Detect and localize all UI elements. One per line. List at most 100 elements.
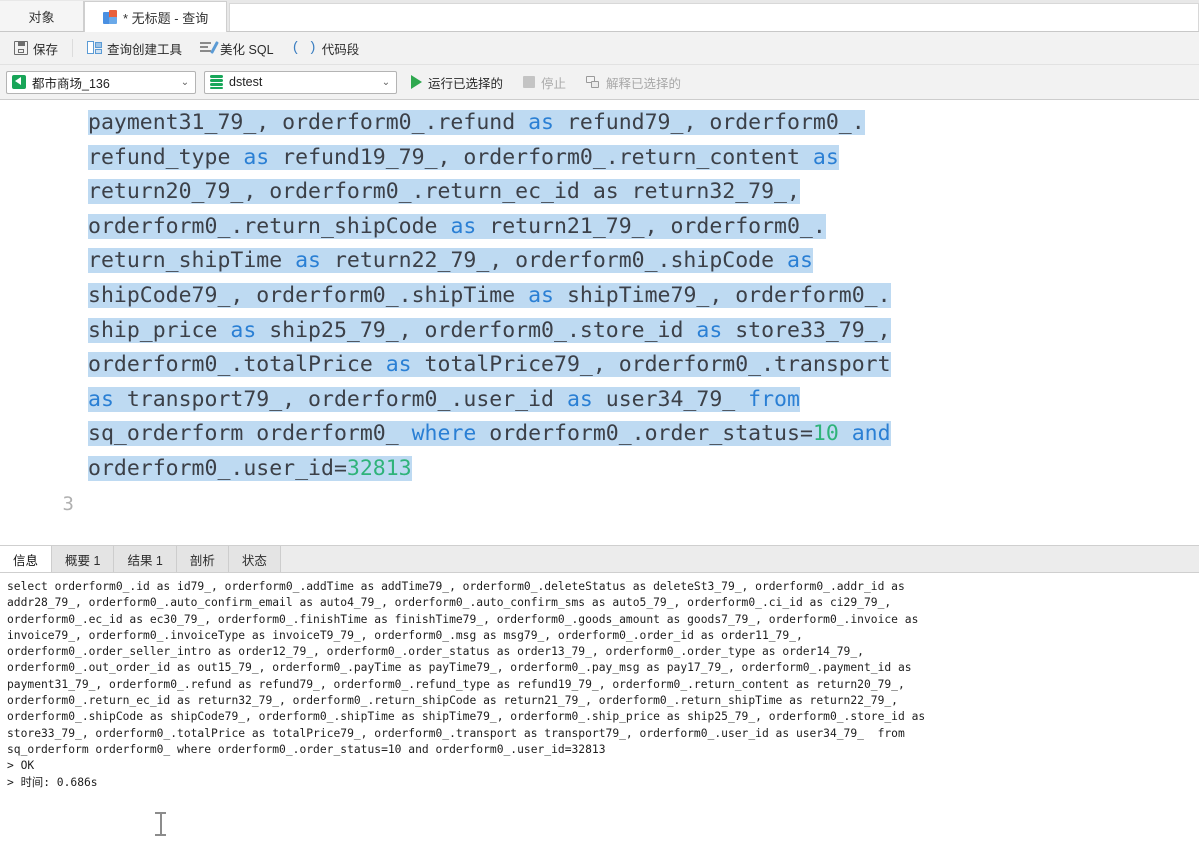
parentheses-icon: ( ): [291, 40, 317, 56]
code-token: return21_79_, orderform0_.: [476, 213, 826, 239]
log-line: orderform0_.ec_id as ec30_79_, orderform…: [7, 612, 919, 626]
code-line: ship_price as ship25_79_, orderform0_.st…: [88, 314, 1199, 349]
main-tab-strip: 对象 * 无标题 - 查询: [0, 0, 1199, 32]
code-line: shipCode79_, orderform0_.shipTime as shi…: [88, 279, 1199, 314]
beautify-sql-button[interactable]: 美化 SQL: [192, 36, 282, 61]
explain-selected-button[interactable]: 解释已选择的: [580, 71, 687, 94]
tab-objects-label: 对象: [28, 9, 55, 25]
line-number-blank: [0, 175, 88, 210]
code-token: orderform0_.order_status=: [476, 421, 813, 447]
stop-button[interactable]: 停止: [517, 71, 572, 94]
code-token: return20_79_, orderform0_.return_ec_id a…: [88, 179, 800, 205]
code-line: refund_type as refund19_79_, orderform0_…: [88, 141, 1199, 176]
log-line: invoice79_, orderform0_.invoiceType as i…: [7, 628, 803, 642]
code-token: 32813: [346, 455, 412, 481]
result-tab-filler: [280, 546, 1199, 572]
code-token: ship25_79_, orderform0_.store_id: [256, 317, 697, 343]
database-select-value: dstest: [229, 75, 263, 89]
code-token: as: [528, 282, 554, 308]
connection-select[interactable]: 都市商场_136 ⌄: [6, 70, 196, 94]
query-builder-label: 查询创建工具: [107, 42, 183, 57]
run-selected-button[interactable]: 运行已选择的: [405, 71, 509, 94]
save-button[interactable]: 保存: [6, 36, 66, 61]
code-token: as: [295, 248, 321, 274]
play-icon: [411, 75, 422, 89]
code-token: as: [696, 317, 723, 343]
result-tab-strip: 信息 概要 1 结果 1 剖析 状态: [0, 546, 1199, 573]
code-token: transport79_, orderform0_.user_id: [113, 386, 567, 412]
code-line: payment31_79_, orderform0_.refund as ref…: [88, 106, 1199, 141]
code-token: as: [230, 317, 257, 343]
tab-strip-filler: [229, 3, 1199, 31]
query-icon: [103, 9, 118, 25]
navicat-query-window: 对象 * 无标题 - 查询 保存 查询创建工具 美化 SQL () 代码段 都…: [0, 0, 1199, 849]
code-token: ship_price: [88, 317, 231, 343]
result-tab-3[interactable]: 剖析: [176, 546, 229, 572]
chevron-down-icon[interactable]: ⌄: [175, 77, 195, 88]
result-panel: 信息 概要 1 结果 1 剖析 状态 select orderform0_.id as …: [0, 546, 1199, 849]
query-builder-icon: [87, 41, 103, 55]
log-line: orderform0_.shipCode as shipCode79_, ord…: [7, 710, 926, 724]
code-token: from: [748, 386, 800, 412]
log-line: select orderform0_.id as id79_, orderfor…: [7, 580, 905, 593]
result-tab-0[interactable]: 信息: [0, 546, 53, 572]
code-token: as: [385, 352, 412, 378]
code-line: sq_orderform orderform0_ where orderform…: [88, 417, 1199, 452]
query-builder-button[interactable]: 查询创建工具: [79, 36, 190, 61]
code-snippet-label: 代码段: [321, 42, 360, 57]
code-token: shipCode79_, orderform0_.shipTime: [88, 282, 529, 308]
toolbar-separator: [72, 39, 74, 57]
result-tab-4[interactable]: 状态: [228, 546, 281, 572]
line-number-blank: [0, 210, 88, 245]
log-line: > 时间: 0.686s: [7, 775, 98, 789]
code-token: as: [450, 213, 477, 239]
chevron-down-icon[interactable]: ⌄: [376, 77, 396, 88]
code-token: orderform0_.return_shipCode: [88, 213, 451, 239]
line-number-blank: [0, 279, 88, 314]
log-line: store33_79_, orderform0_.totalPrice as t…: [7, 726, 905, 740]
tab-untitled-query[interactable]: * 无标题 - 查询: [84, 1, 228, 32]
code-token: shipTime79_, orderform0_.: [554, 282, 891, 308]
code-token: return_shipTime: [88, 248, 296, 274]
database-icon: [210, 75, 223, 89]
run-selected-label: 运行已选择的: [428, 76, 504, 91]
log-line: orderform0_.return_ec_id as return32_79_…: [7, 694, 898, 708]
code-line: orderform0_.user_id=32813: [88, 452, 1199, 487]
log-line: orderform0_.out_order_id as out15_79_, o…: [7, 661, 912, 675]
tab-untitled-query-label: * 无标题 - 查询: [123, 10, 209, 26]
code-token: payment31_79_, orderform0_.refund: [88, 110, 529, 135]
code-token: as: [812, 144, 839, 170]
tab-objects[interactable]: 对象: [0, 1, 84, 31]
line-number-blank: [0, 348, 88, 383]
message-log[interactable]: select orderform0_.id as id79_, orderfor…: [0, 573, 1199, 849]
code-token: as: [88, 386, 114, 412]
line-number-blank: [0, 383, 88, 418]
result-tab-2[interactable]: 结果 1: [114, 546, 177, 572]
code-line: return20_79_, orderform0_.return_ec_id a…: [88, 175, 1199, 210]
code-line: as transport79_, orderform0_.user_id as …: [88, 383, 1199, 418]
line-number-gutter: 3: [0, 100, 88, 545]
code-token: as: [787, 248, 813, 274]
explain-selected-label: 解释已选择的: [606, 76, 682, 91]
sql-editor[interactable]: 3 payment31_79_, orderform0_.refund as r…: [0, 100, 1199, 546]
code-token: as: [566, 386, 593, 412]
code-snippet-button[interactable]: ( ) 代码段: [284, 36, 368, 61]
database-select[interactable]: dstest ⌄: [204, 70, 397, 94]
code-token: user34_79_: [592, 386, 749, 412]
stop-icon: [523, 76, 536, 88]
connection-select-value: 都市商场_136: [32, 76, 110, 91]
line-number-blank: [0, 452, 88, 487]
explain-icon: [586, 75, 600, 89]
code-token: orderform0_.totalPrice: [88, 352, 386, 378]
code-token: sq_orderform orderform0_: [88, 421, 412, 447]
code-token: as: [243, 144, 270, 170]
log-line: sq_orderform orderform0_ where orderform…: [7, 742, 606, 756]
code-line: return_shipTime as return22_79_, orderfo…: [88, 244, 1199, 279]
code-token: refund_type: [88, 144, 244, 170]
sql-code-area[interactable]: payment31_79_, orderform0_.refund as ref…: [88, 100, 1199, 545]
line-number-blank: [0, 314, 88, 349]
line-number-blank: [0, 244, 88, 279]
result-tab-1[interactable]: 概要 1: [52, 546, 115, 572]
code-token: as: [528, 110, 554, 135]
line-number: 3: [62, 492, 74, 515]
